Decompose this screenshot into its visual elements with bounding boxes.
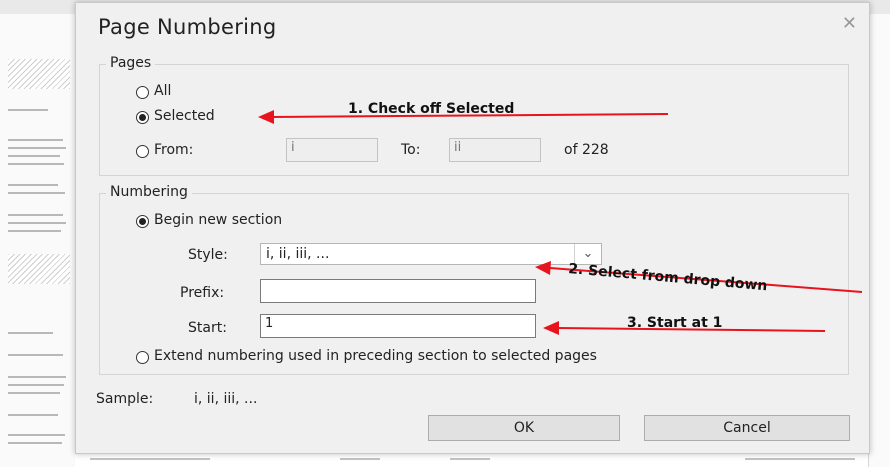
background-text-line: [8, 376, 66, 378]
background-text-line: [340, 458, 380, 460]
background-page-left: [0, 14, 76, 467]
background-text-line: [8, 163, 64, 165]
background-text-line: [8, 214, 63, 216]
style-label: Style:: [188, 247, 228, 263]
annotation-step-1: 1. Check off Selected: [348, 101, 515, 117]
page-count: of 228: [564, 142, 609, 158]
background-text-line: [8, 139, 63, 141]
background-text-line: [8, 222, 66, 224]
radio-extend-numbering[interactable]: [136, 351, 149, 364]
start-input[interactable]: 1: [260, 314, 536, 338]
radio-from-label[interactable]: From:: [154, 142, 193, 158]
background-text-line: [745, 458, 855, 460]
radio-extend-numbering-label[interactable]: Extend numbering used in preceding secti…: [154, 348, 597, 364]
radio-begin-new-section[interactable]: [136, 215, 149, 228]
background-text-line: [8, 332, 53, 334]
background-text-line: [8, 230, 61, 232]
background-hatch: [8, 59, 70, 89]
background-text-line: [8, 434, 65, 436]
pages-legend: Pages: [106, 55, 156, 71]
background-page-right: [868, 14, 890, 467]
close-icon[interactable]: ✕: [842, 13, 857, 34]
radio-begin-new-section-label[interactable]: Begin new section: [154, 212, 282, 228]
radio-from[interactable]: [136, 145, 149, 158]
radio-selected-label[interactable]: Selected: [154, 108, 215, 124]
background-text-line: [8, 184, 58, 186]
numbering-legend: Numbering: [106, 184, 192, 200]
cancel-button[interactable]: Cancel: [644, 415, 850, 441]
background-text-line: [8, 147, 66, 149]
page-numbering-dialog: Page Numbering ✕ Pages All Selected From…: [75, 2, 870, 454]
to-field[interactable]: ii: [449, 138, 541, 162]
start-label: Start:: [188, 320, 227, 336]
sample-value: i, ii, iii, ...: [194, 391, 258, 407]
background-text-line: [8, 392, 60, 394]
to-label: To:: [401, 142, 421, 158]
prefix-label: Prefix:: [180, 285, 225, 301]
prefix-input[interactable]: [260, 279, 536, 303]
ok-button[interactable]: OK: [428, 415, 620, 441]
background-text-line: [8, 354, 63, 356]
dialog-title: Page Numbering: [98, 15, 277, 39]
background-text-line: [8, 442, 62, 444]
background-text-line: [8, 155, 60, 157]
radio-all-label[interactable]: All: [154, 83, 171, 99]
annotation-step-3: 3. Start at 1: [627, 315, 723, 331]
from-field[interactable]: i: [286, 138, 378, 162]
sample-label: Sample:: [96, 391, 154, 407]
radio-all[interactable]: [136, 86, 149, 99]
background-text-line: [8, 384, 64, 386]
background-text-line: [8, 109, 48, 111]
background-text-line: [90, 458, 210, 460]
background-text-line: [450, 458, 490, 460]
background-text-line: [8, 192, 65, 194]
background-text-line: [8, 414, 58, 416]
background-hatch: [8, 254, 70, 284]
style-dropdown-value: i, ii, iii, ...: [266, 246, 330, 262]
radio-selected[interactable]: [136, 111, 149, 124]
style-dropdown[interactable]: i, ii, iii, ... ⌄: [260, 243, 602, 265]
